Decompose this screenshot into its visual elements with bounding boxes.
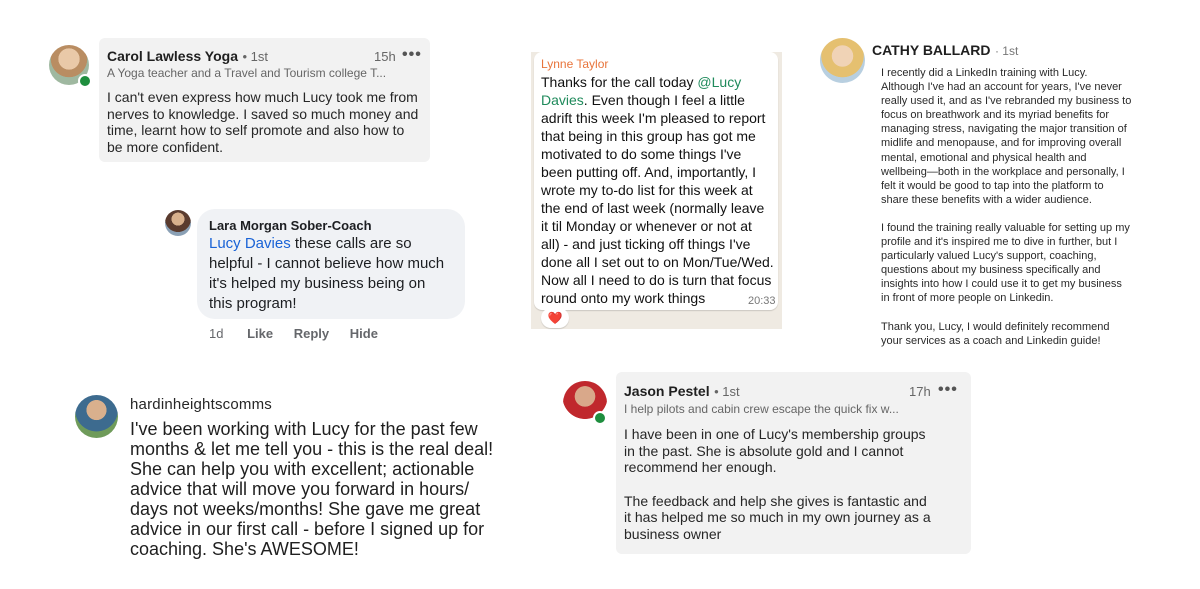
timestamp: 15h bbox=[374, 49, 396, 64]
author-headline: A Yoga teacher and a Travel and Tourism … bbox=[107, 66, 387, 80]
comment-text: I can't even express how much Lucy took … bbox=[107, 89, 419, 155]
testimonial-carol: Carol Lawless Yoga • 1st 15h ••• A Yoga … bbox=[47, 38, 432, 162]
reply-button[interactable]: Reply bbox=[294, 326, 329, 341]
avatar-icon[interactable] bbox=[75, 395, 118, 438]
author-name[interactable]: Lara Morgan Sober-Coach bbox=[209, 218, 372, 233]
author-name[interactable]: hardinheightscomms bbox=[130, 396, 272, 413]
like-button[interactable]: Like bbox=[247, 326, 273, 341]
mention-link[interactable]: Lucy Davies bbox=[209, 235, 291, 252]
mention-link[interactable]: @Lucy bbox=[697, 74, 741, 90]
online-status-icon bbox=[593, 411, 607, 425]
hide-button[interactable]: Hide bbox=[350, 326, 378, 341]
connection-degree: · 1st bbox=[994, 44, 1019, 58]
avatar-icon[interactable] bbox=[820, 38, 865, 83]
comment-bubble: Lara Morgan Sober-Coach Lucy Davies thes… bbox=[197, 209, 465, 319]
comment-text: Lucy Davies these calls are so helpful -… bbox=[209, 235, 445, 312]
connection-degree: • 1st bbox=[242, 49, 268, 64]
message-bubble: Lynne Taylor Thanks for the call today @… bbox=[534, 52, 778, 310]
connection-degree: • 1st bbox=[714, 384, 740, 399]
comment-text: I've been working with Lucy for the past… bbox=[130, 419, 494, 559]
testimonial-hardinheights: hardinheightscomms I've been working wit… bbox=[75, 394, 515, 564]
message-text: Thanks for the call today @Lucy Davies. … bbox=[541, 74, 774, 306]
timestamp: 17h bbox=[909, 384, 931, 399]
heart-reaction-icon[interactable]: ❤️ bbox=[541, 308, 569, 328]
more-options-icon[interactable]: ••• bbox=[402, 46, 422, 64]
message-time: 20:33 bbox=[748, 295, 776, 307]
author-name[interactable]: Carol Lawless Yoga bbox=[107, 48, 238, 64]
testimonial-cathy: CATHY BALLARD · 1st I recently did a Lin… bbox=[820, 38, 1170, 353]
mention-link-cont[interactable]: Davies bbox=[541, 92, 584, 108]
author-name[interactable]: Jason Pestel bbox=[624, 383, 710, 399]
testimonial-jason: Jason Pestel • 1st 17h ••• I help pilots… bbox=[563, 372, 971, 554]
comment-age: 1d bbox=[209, 326, 224, 341]
testimonial-lara: Lara Morgan Sober-Coach Lucy Davies thes… bbox=[165, 209, 470, 344]
more-options-icon[interactable]: ••• bbox=[938, 381, 958, 399]
comment-card: Carol Lawless Yoga • 1st 15h ••• A Yoga … bbox=[99, 38, 430, 162]
online-status-icon bbox=[78, 74, 92, 88]
comment-actions: 1d Like Reply Hide bbox=[209, 326, 378, 341]
author-headline: I help pilots and cabin crew escape the … bbox=[624, 402, 899, 416]
recommendation-text: I recently did a LinkedIn training with … bbox=[881, 67, 1132, 347]
comment-card: Jason Pestel • 1st 17h ••• I help pilots… bbox=[616, 372, 971, 554]
author-name[interactable]: CATHY BALLARD bbox=[872, 42, 990, 58]
comment-text: I have been in one of Lucy's membership … bbox=[624, 426, 931, 542]
avatar-icon[interactable] bbox=[165, 210, 191, 236]
testimonial-lynne: Lynne Taylor Thanks for the call today @… bbox=[531, 52, 782, 329]
sender-name: Lynne Taylor bbox=[541, 57, 609, 71]
